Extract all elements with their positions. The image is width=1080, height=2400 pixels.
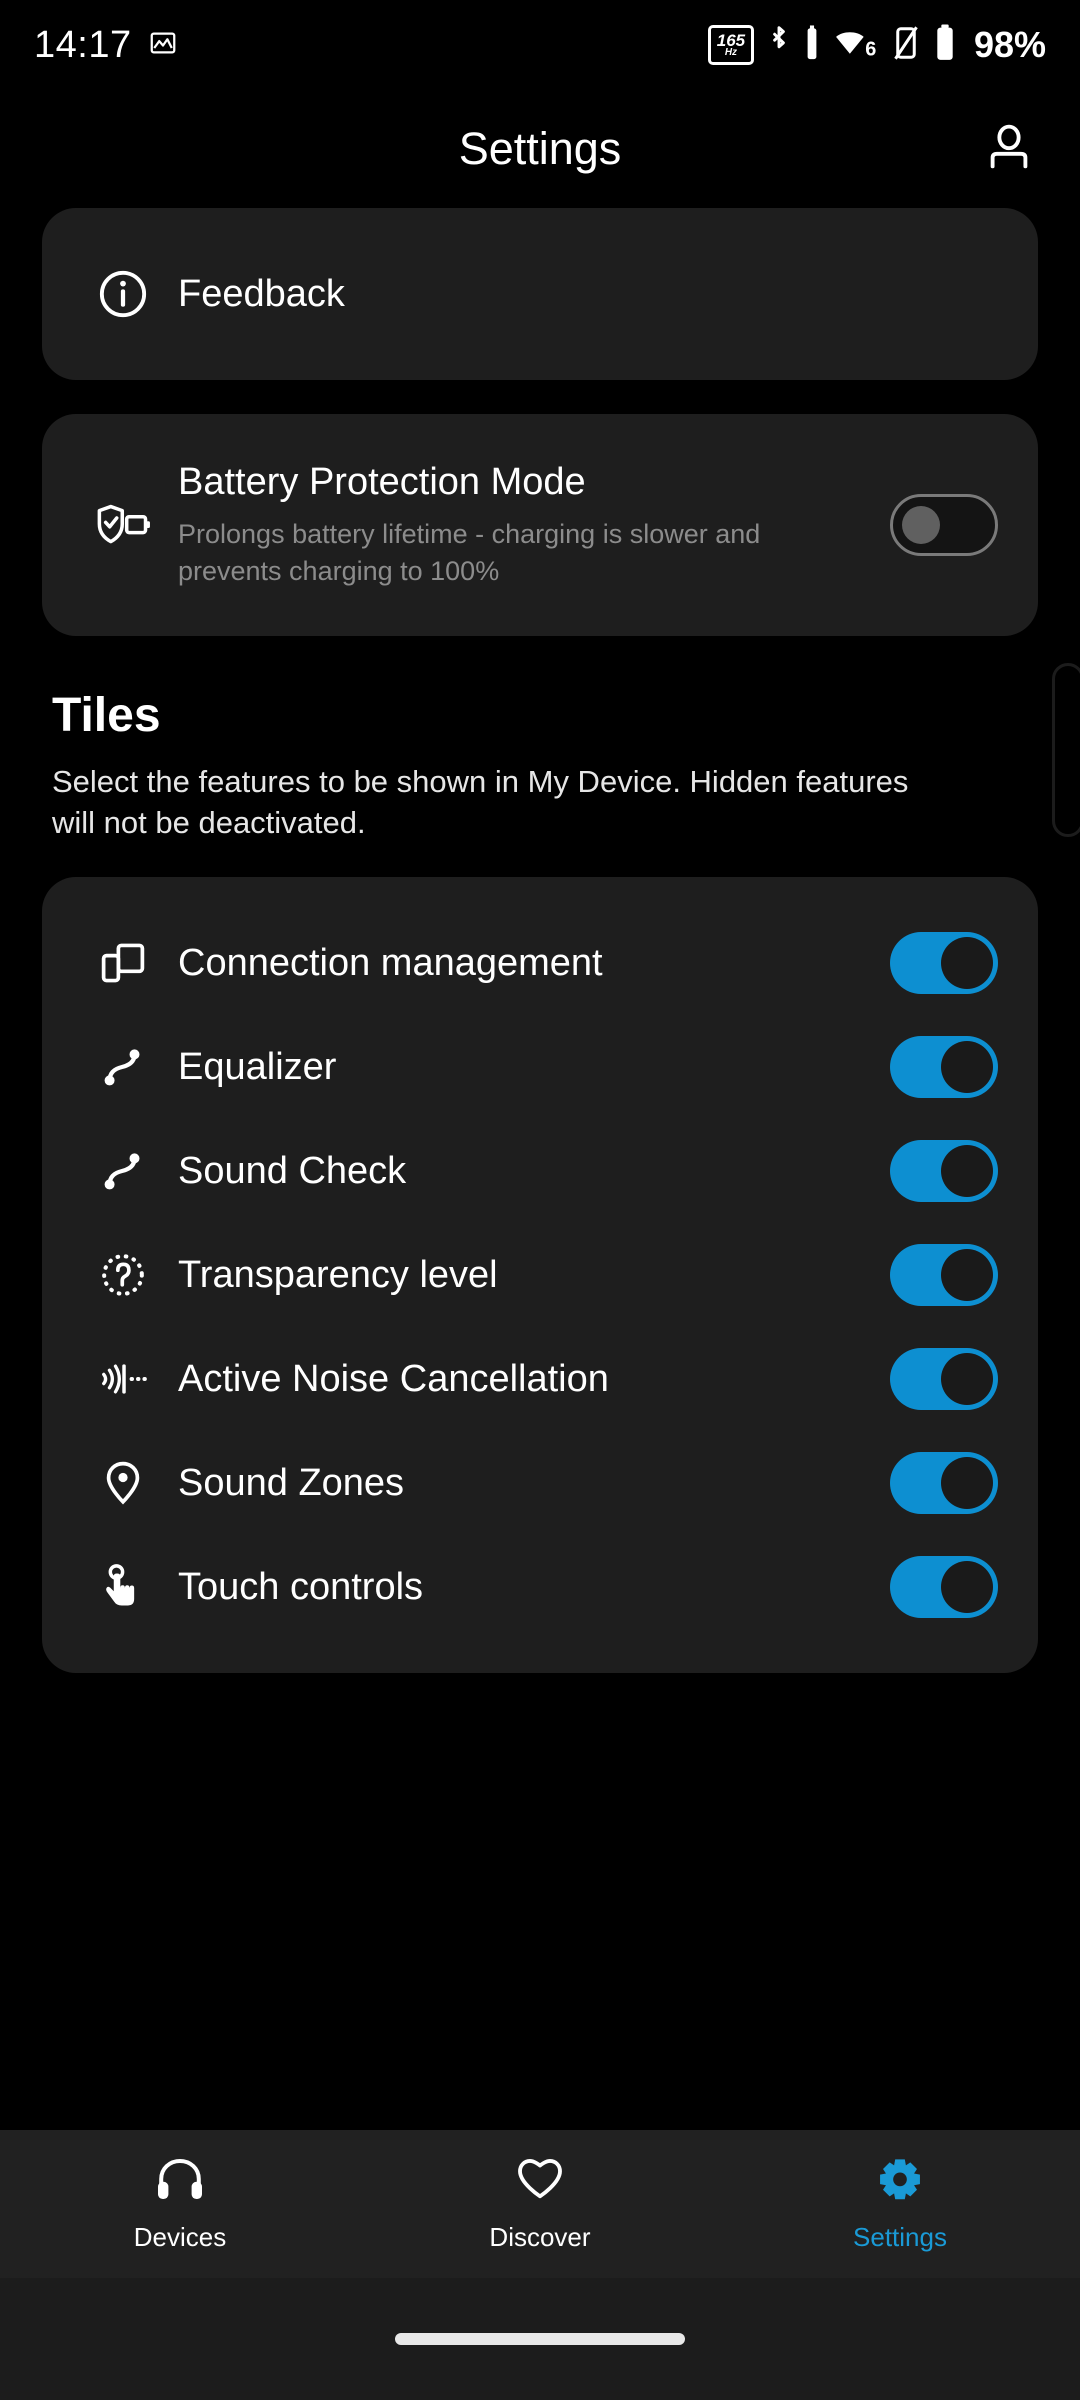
battery-protection-description: Prolongs battery lifetime - charging is … <box>178 519 761 586</box>
nav-item-discover[interactable]: Discover <box>360 2155 720 2253</box>
shield-battery-icon <box>94 501 152 549</box>
battery-icon <box>933 23 957 68</box>
tile-label: Touch controls <box>178 1565 424 1608</box>
nav-item-devices[interactable]: Devices <box>0 2155 360 2253</box>
app-header: Settings <box>0 90 1080 208</box>
tile-row-sound-check[interactable]: Sound Check <box>94 1119 998 1223</box>
battery-protection-row[interactable]: Battery Protection Mode Prolongs battery… <box>42 414 1038 636</box>
battery-protection-toggle[interactable] <box>890 494 998 556</box>
transparency-ear-icon <box>94 1251 152 1299</box>
tile-row-touch-controls[interactable]: Touch controls <box>94 1535 998 1639</box>
vibrate-mode-icon <box>892 25 920 66</box>
tile-toggle-touch-controls[interactable] <box>890 1556 998 1619</box>
headphones-icon <box>154 2155 206 2208</box>
status-bar: 14:17 165 Hz 6 98% <box>0 0 1080 90</box>
tile-toggle-sound-check[interactable] <box>890 1140 998 1203</box>
refresh-rate-unit: Hz <box>724 47 738 58</box>
tile-toggle-transparency-level[interactable] <box>890 1244 998 1307</box>
nav-label: Discover <box>489 2222 591 2252</box>
status-clock: 14:17 <box>34 23 132 66</box>
nav-item-settings[interactable]: Settings <box>720 2155 1080 2253</box>
gear-icon <box>875 2155 925 2208</box>
nav-label: Settings <box>853 2222 947 2252</box>
page-title: Settings <box>458 123 622 174</box>
devices-icon <box>94 939 152 987</box>
system-gesture-area <box>0 2278 1080 2400</box>
noise-cancellation-icon <box>94 1357 152 1401</box>
battery-percent-label: 98% <box>973 24 1046 65</box>
tile-toggle-equalizer[interactable] <box>890 1036 998 1099</box>
heart-icon <box>515 2155 565 2208</box>
equalizer-curve-icon <box>94 1148 152 1194</box>
equalizer-curve-icon <box>94 1044 152 1090</box>
settings-content: Feedback Battery Protection Mode Prolong… <box>0 208 1080 2138</box>
home-gesture-bar[interactable] <box>395 2333 685 2345</box>
tile-row-connection-management[interactable]: Connection management <box>94 911 998 1015</box>
tile-row-equalizer[interactable]: Equalizer <box>94 1015 998 1119</box>
battery-protection-text: Battery Protection Mode Prolongs battery… <box>178 461 890 590</box>
tile-label: Connection management <box>178 941 603 984</box>
tile-label: Sound Zones <box>178 1461 405 1504</box>
bottom-navigation: Devices Discover Settings <box>0 2130 1080 2278</box>
nav-label: Devices <box>133 2222 227 2252</box>
tiles-subtitle: Select the features to be shown in My De… <box>52 764 909 841</box>
status-bar-right: 165 Hz 6 98% <box>707 23 1046 68</box>
tile-label: Active Noise Cancellation <box>178 1357 609 1400</box>
feedback-row[interactable]: Feedback <box>42 208 1038 380</box>
tile-toggle-active-noise-cancellation[interactable] <box>890 1348 998 1411</box>
svg-text:6: 6 <box>865 38 876 60</box>
feedback-label: Feedback <box>178 272 345 315</box>
tiles-header: Tiles Select the features to be shown in… <box>52 688 1028 843</box>
tile-toggle-sound-zones[interactable] <box>890 1452 998 1515</box>
wifi-icon: 6 <box>833 26 879 65</box>
tile-label: Sound Check <box>178 1149 407 1192</box>
scrollbar-indicator[interactable] <box>1052 663 1080 837</box>
image-icon <box>148 28 178 63</box>
refresh-rate-icon: 165 Hz <box>707 25 754 65</box>
tiles-list: Connection management Equalizer Sound Ch… <box>42 877 1038 1674</box>
tile-label: Transparency level <box>178 1253 498 1296</box>
info-circle-icon <box>94 269 152 319</box>
status-bar-left: 14:17 <box>34 24 178 67</box>
touch-hand-icon <box>94 1562 152 1612</box>
bluetooth-icon <box>767 24 791 67</box>
account-icon[interactable] <box>978 118 1040 180</box>
tile-toggle-connection-management[interactable] <box>890 932 998 995</box>
bluetooth-battery-icon <box>804 24 820 67</box>
tiles-title: Tiles <box>52 689 161 742</box>
tile-label: Equalizer <box>178 1045 337 1088</box>
battery-protection-title: Battery Protection Mode <box>178 460 586 503</box>
tile-row-sound-zones[interactable]: Sound Zones <box>94 1431 998 1535</box>
tile-row-active-noise-cancellation[interactable]: Active Noise Cancellation <box>94 1327 998 1431</box>
tile-row-transparency-level[interactable]: Transparency level <box>94 1223 998 1327</box>
location-pin-icon <box>94 1459 152 1507</box>
